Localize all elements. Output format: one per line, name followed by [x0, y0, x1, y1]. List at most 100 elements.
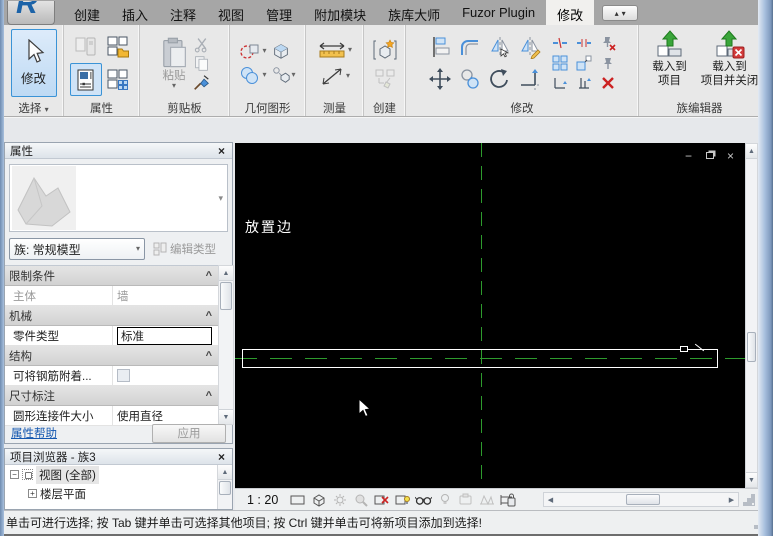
family-types-button-disabled[interactable] — [70, 30, 102, 63]
mirror-draw-axis-button[interactable] — [517, 32, 543, 62]
scroll-thumb[interactable] — [219, 481, 231, 495]
tab-addins[interactable]: 附加模块 — [303, 0, 377, 25]
viewbar-resize-grip[interactable] — [744, 495, 754, 505]
scroll-up-icon[interactable]: ▲ — [218, 465, 232, 480]
worksharing-display-button-disabled[interactable] — [457, 492, 474, 508]
scale-button[interactable] — [574, 54, 594, 72]
sun-path-button-disabled[interactable] — [331, 492, 348, 508]
similar-group-button-disabled[interactable] — [373, 68, 397, 90]
temporary-hide-isolate-button[interactable] — [415, 492, 432, 508]
expand-node-icon[interactable]: + — [28, 489, 37, 498]
scroll-thumb[interactable] — [626, 494, 660, 505]
scroll-down-icon[interactable]: ▼ — [746, 472, 757, 487]
cut-button-disabled[interactable] — [193, 36, 210, 53]
view-scale-button[interactable]: 1 : 20 — [247, 493, 278, 507]
create-group-button[interactable] — [372, 37, 398, 63]
tree-node-floor-plans-label[interactable]: 楼层平面 — [40, 486, 86, 502]
vertical-reference-plane[interactable] — [481, 143, 482, 488]
align-button[interactable] — [427, 32, 453, 62]
tab-modify[interactable]: 修改 — [546, 0, 594, 25]
tab-manage[interactable]: 管理 — [255, 0, 303, 25]
tab-create[interactable]: 创建 — [63, 0, 111, 25]
edit-type-button-disabled[interactable]: 编辑类型 — [150, 238, 228, 260]
copy-button-disabled[interactable] — [193, 55, 210, 72]
pin-button[interactable] — [598, 54, 618, 72]
mirror-pick-axis-button[interactable] — [487, 32, 513, 62]
paste-button-disabled[interactable]: 粘贴 ▾ — [159, 36, 189, 90]
tree-node-views[interactable]: − 视图 (全部) — [5, 465, 232, 484]
panel-select-label[interactable]: 选择 ▾ — [4, 100, 63, 115]
detail-level-button[interactable] — [289, 492, 306, 508]
rebar-host-checkbox-disabled[interactable] — [117, 369, 130, 382]
close-icon[interactable]: × — [216, 145, 227, 157]
property-group-constraints[interactable]: 限制条件 ^ — [5, 266, 218, 286]
collapse-node-icon[interactable]: − — [10, 470, 19, 479]
reveal-hidden-elements-button-disabled[interactable] — [436, 492, 453, 508]
shape-handle[interactable] — [680, 346, 688, 352]
cut-geometry-button[interactable]: ▾ — [239, 40, 266, 62]
small-cubes-button[interactable]: ▾ — [271, 65, 296, 85]
canvas-horizontal-scrollbar[interactable]: ◀ ▶ — [543, 492, 739, 507]
close-view-icon[interactable]: × — [724, 150, 737, 161]
tree-node-floor-plans[interactable]: + 楼层平面 — [5, 484, 232, 503]
trim-extend-corner-button[interactable] — [517, 64, 543, 94]
crop-view-button[interactable] — [373, 492, 390, 508]
measure-button[interactable]: ▾ — [317, 40, 352, 60]
tab-family-library-master[interactable]: 族库大师 — [377, 0, 451, 25]
properties-title-bar[interactable]: 属性 × — [5, 143, 232, 159]
trim-extend-multiple-button[interactable] — [574, 74, 594, 92]
split-with-gap-button[interactable] — [574, 34, 594, 52]
load-into-project-button[interactable]: 载入到 项目 — [643, 27, 697, 99]
cube-geometry-button[interactable] — [271, 41, 296, 61]
offset-button[interactable] — [457, 32, 483, 62]
trim-extend-single-button[interactable] — [550, 74, 570, 92]
tab-view[interactable]: 视图 — [207, 0, 255, 25]
unpin-button[interactable] — [598, 34, 618, 52]
type-preview-box[interactable]: ▾ — [9, 164, 228, 232]
scroll-right-icon[interactable]: ▶ — [725, 493, 738, 506]
part-type-value-field[interactable]: 标准 — [117, 327, 212, 345]
properties-palette-toggle-button[interactable] — [70, 63, 102, 96]
property-group-dimensions[interactable]: 尺寸标注 ^ — [5, 386, 218, 406]
project-browser-scrollbar[interactable]: ▲ — [217, 465, 232, 509]
apply-button-disabled[interactable]: 应用 — [152, 424, 226, 443]
move-button[interactable] — [427, 64, 453, 94]
scroll-up-icon[interactable]: ▲ — [746, 144, 757, 159]
minimize-view-icon[interactable]: − — [682, 150, 695, 161]
drawing-canvas[interactable]: 放置边 − × — [235, 143, 745, 488]
tree-node-views-label[interactable]: 视图 (全部) — [36, 466, 99, 484]
selected-extrusion-outline[interactable] — [242, 349, 718, 368]
shadows-button-disabled[interactable] — [352, 492, 369, 508]
tab-annotate[interactable]: 注释 — [159, 0, 207, 25]
scroll-up-icon[interactable]: ▲ — [219, 266, 233, 281]
reveal-constraints-button[interactable] — [499, 492, 516, 508]
modify-select-button[interactable]: 修改 — [11, 29, 57, 97]
show-crop-region-button[interactable] — [394, 492, 411, 508]
restore-view-icon[interactable] — [703, 150, 716, 161]
property-group-structural[interactable]: 结构 ^ — [5, 346, 218, 366]
scroll-thumb[interactable] — [747, 332, 756, 362]
array-button[interactable] — [550, 54, 570, 72]
properties-scrollbar[interactable]: ▲ ▼ — [218, 265, 234, 425]
aligned-dimension-button[interactable]: ▾ — [319, 65, 350, 87]
application-menu-button[interactable]: R — [7, 1, 55, 25]
match-type-button[interactable] — [193, 74, 210, 91]
properties-help-link[interactable]: 属性帮助 — [11, 425, 152, 441]
scroll-left-icon[interactable]: ◀ — [544, 493, 557, 506]
family-category-parameters-button[interactable] — [102, 30, 134, 63]
rotate-button[interactable] — [487, 64, 513, 94]
property-group-mechanical[interactable]: 机械 ^ — [5, 306, 218, 326]
load-into-project-and-close-button[interactable]: 载入到 项目并关闭 — [703, 27, 757, 99]
family-types-dialog-button[interactable] — [102, 63, 134, 96]
join-geometry-button[interactable]: ▾ — [239, 64, 266, 86]
project-browser-title-bar[interactable]: 项目浏览器 - 族3 × — [5, 449, 232, 465]
copy-button[interactable] — [457, 64, 483, 94]
visual-style-button[interactable] — [310, 492, 327, 508]
scroll-thumb[interactable] — [220, 282, 232, 310]
type-selector-dropdown[interactable]: 族: 常规模型 ▾ — [9, 238, 145, 260]
tab-fuzor-plugin[interactable]: Fuzor Plugin — [451, 0, 546, 25]
split-element-button[interactable] — [550, 34, 570, 52]
ribbon-collapse-button[interactable]: ▴ ▾ — [602, 5, 638, 21]
analytical-model-button-disabled[interactable] — [478, 492, 495, 508]
tab-insert[interactable]: 插入 — [111, 0, 159, 25]
